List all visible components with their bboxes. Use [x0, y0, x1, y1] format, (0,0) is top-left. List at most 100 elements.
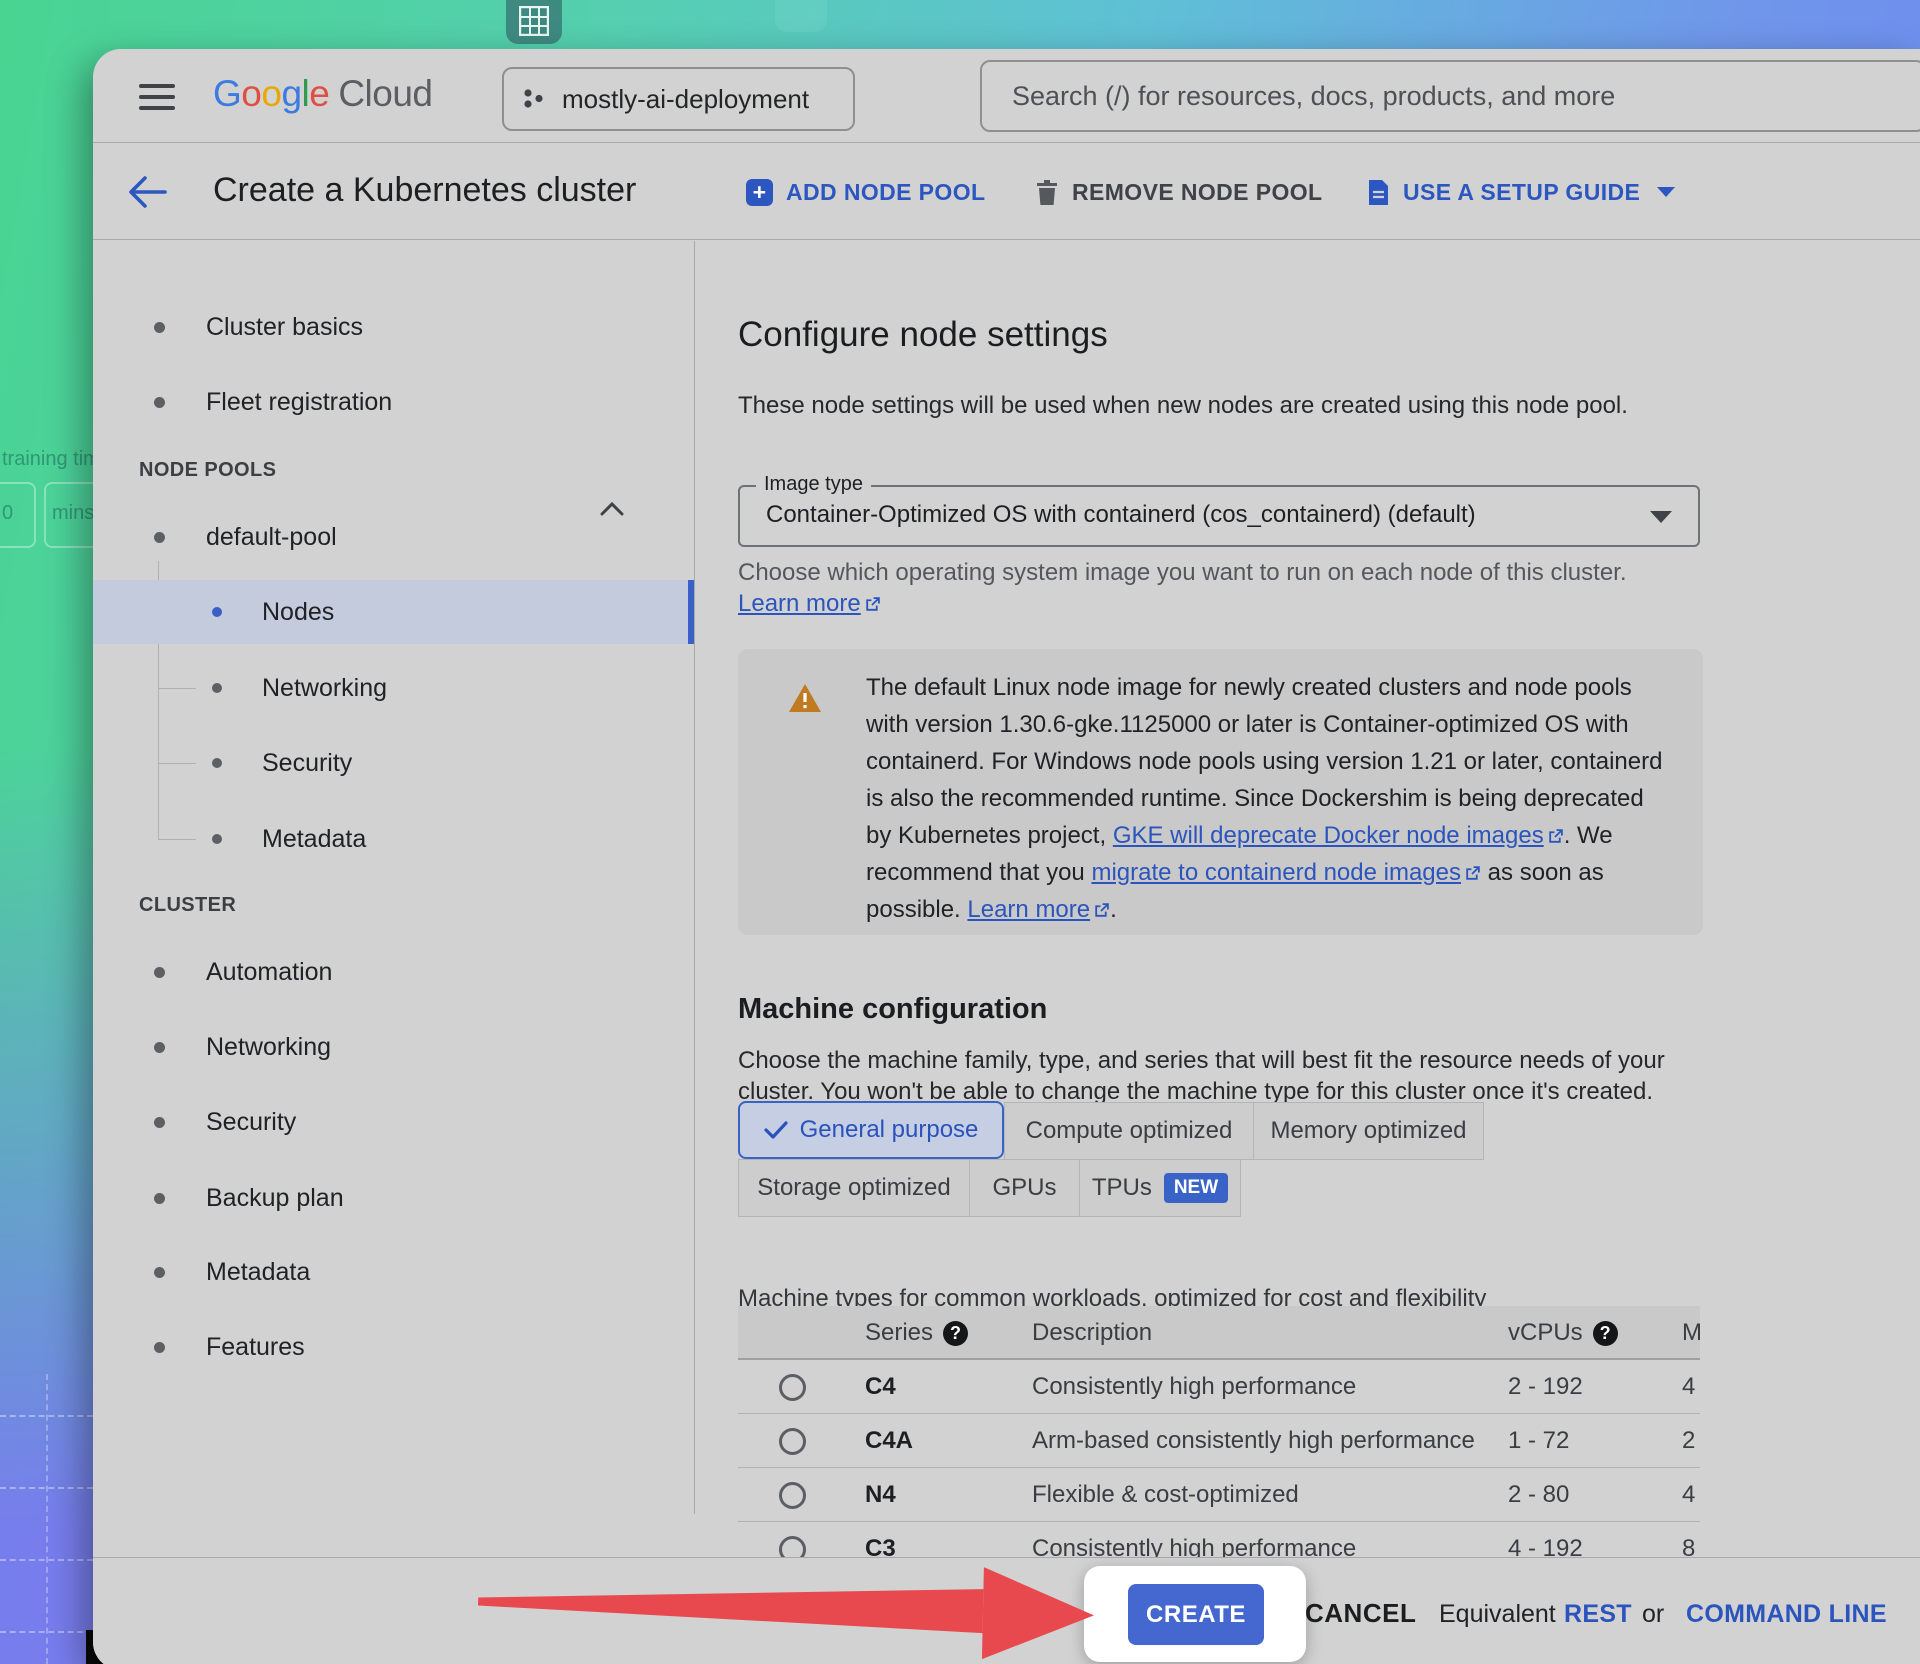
menu-icon[interactable]	[139, 84, 175, 110]
trash-icon	[1035, 179, 1059, 206]
sidebar-item-metadata[interactable]: Metadata	[93, 1240, 694, 1304]
page-title: Create a Kubernetes cluster	[213, 171, 636, 210]
table-row[interactable]: C4 Consistently high performance 2 - 192…	[738, 1360, 1700, 1414]
plus-icon: +	[746, 179, 773, 206]
help-icon[interactable]: ?	[1593, 1321, 1618, 1346]
background-app-icon-faint	[775, 0, 827, 32]
warning-icon	[788, 683, 822, 713]
sidebar-item-fleet-registration[interactable]: Fleet registration	[93, 370, 694, 434]
learn-more-link[interactable]: Learn more	[738, 590, 881, 617]
check-icon	[764, 1120, 788, 1140]
radio-button[interactable]	[779, 1482, 806, 1509]
tab-general-purpose[interactable]: General purpose	[738, 1101, 1004, 1159]
project-icon	[522, 86, 546, 112]
sidebar-divider	[694, 241, 695, 1514]
cancel-button[interactable]: CANCEL	[1305, 1598, 1416, 1629]
back-arrow-icon[interactable]	[125, 172, 169, 212]
deprecate-docker-link[interactable]: GKE will deprecate Docker node images	[1113, 822, 1564, 849]
external-link-icon	[864, 596, 881, 613]
step-dot-icon	[212, 758, 222, 768]
document-icon	[1367, 179, 1390, 206]
sidebar-item-backup-plan[interactable]: Backup plan	[93, 1166, 694, 1230]
tab-compute-optimized[interactable]: Compute optimized	[1004, 1102, 1254, 1160]
new-badge: NEW	[1164, 1173, 1228, 1203]
background-faded-value: 0	[2, 502, 13, 525]
sidebar-item-security[interactable]: Security	[93, 1090, 694, 1154]
table-row[interactable]: C3 Consistently high performance 4 - 192…	[738, 1522, 1700, 1557]
sidebar-section-cluster: CLUSTER	[139, 894, 236, 917]
image-type-value: Container-Optimized OS with containerd (…	[766, 501, 1476, 529]
step-dot-icon	[154, 397, 165, 408]
use-setup-guide-button[interactable]: USE A SETUP GUIDE	[1367, 144, 1675, 240]
learn-more-link[interactable]: Learn more	[967, 896, 1110, 923]
step-dot-icon	[154, 1342, 165, 1353]
create-button[interactable]: CREATE	[1128, 1584, 1264, 1645]
background-faded-unit: mins	[52, 502, 94, 525]
warning-banner: The default Linux node image for newly c…	[738, 649, 1703, 935]
sidebar-item-cluster-basics[interactable]: Cluster basics	[93, 295, 694, 359]
or-label: or	[1642, 1600, 1664, 1629]
image-type-label: Image type	[756, 473, 871, 496]
collapse-chevron-icon[interactable]	[598, 499, 626, 524]
series-header: Series ?	[865, 1306, 968, 1360]
vcpus-header: vCPUs ?	[1508, 1306, 1618, 1360]
project-name: mostly-ai-deployment	[562, 84, 809, 115]
dropdown-caret-icon	[1650, 511, 1672, 523]
search-input[interactable]: Search (/) for resources, docs, products…	[980, 60, 1920, 132]
tab-storage-optimized[interactable]: Storage optimized	[738, 1159, 970, 1217]
rest-link[interactable]: REST	[1564, 1600, 1632, 1629]
selected-indicator	[688, 580, 694, 644]
image-type-helper: Choose which operating system image you …	[738, 557, 1688, 619]
step-dot-icon	[212, 607, 222, 617]
chevron-down-icon	[1657, 187, 1675, 197]
desktop: training time 0 mins GoogleCloud mostly-…	[0, 0, 1920, 1664]
machine-series-table: Series ? Description vCPUs ? M C4 Consis…	[738, 1306, 1700, 1557]
section-heading: Configure node settings	[738, 315, 1108, 355]
step-dot-icon	[212, 683, 222, 693]
step-dot-icon	[154, 322, 165, 333]
step-dot-icon	[212, 834, 222, 844]
step-dot-icon	[154, 1267, 165, 1278]
step-dot-icon	[154, 1042, 165, 1053]
command-line-link[interactable]: COMMAND LINE	[1686, 1600, 1887, 1629]
step-dot-icon	[154, 1193, 165, 1204]
external-link-icon	[1547, 828, 1564, 845]
sidebar-item-pool-networking[interactable]: Networking	[93, 656, 694, 720]
tab-tpus[interactable]: TPUs NEW	[1079, 1159, 1241, 1217]
sidebar-section-node-pools: NODE POOLS	[139, 459, 276, 482]
background-app-icon	[506, 0, 562, 44]
migrate-containerd-link[interactable]: migrate to containerd node images	[1091, 859, 1481, 886]
background-gridline	[46, 1374, 48, 1664]
table-row[interactable]: N4 Flexible & cost-optimized 2 - 80 4	[738, 1468, 1700, 1522]
step-dot-icon	[154, 967, 165, 978]
table-row[interactable]: C4A Arm-based consistently high performa…	[738, 1414, 1700, 1468]
sidebar-item-pool-metadata[interactable]: Metadata	[93, 807, 694, 871]
tab-memory-optimized[interactable]: Memory optimized	[1253, 1102, 1484, 1160]
sidebar-item-nodes[interactable]: Nodes	[93, 580, 694, 644]
remove-node-pool-button[interactable]: REMOVE NODE POOL	[1035, 144, 1322, 240]
sidebar-item-networking[interactable]: Networking	[93, 1015, 694, 1079]
image-type-select[interactable]: Image type Container-Optimized OS with c…	[738, 485, 1700, 547]
google-cloud-logo: GoogleCloud	[213, 73, 433, 115]
top-app-bar: GoogleCloud mostly-ai-deployment Search …	[93, 49, 1920, 143]
sidebar-item-features[interactable]: Features	[93, 1315, 694, 1379]
external-link-icon	[1464, 865, 1481, 882]
search-placeholder: Search (/) for resources, docs, products…	[1012, 81, 1615, 112]
description-header: Description	[1032, 1306, 1152, 1360]
radio-button[interactable]	[779, 1374, 806, 1401]
sidebar-item-automation[interactable]: Automation	[93, 940, 694, 1004]
equivalent-label: Equivalent	[1439, 1600, 1556, 1629]
sidebar-item-pool-security[interactable]: Security	[93, 731, 694, 795]
external-link-icon	[1093, 902, 1110, 919]
red-annotation-arrow	[477, 1546, 1097, 1664]
memory-header: M	[1682, 1306, 1700, 1360]
radio-button[interactable]	[779, 1428, 806, 1455]
machine-configuration-heading: Machine configuration	[738, 993, 1047, 1026]
cloud-console-window: GoogleCloud mostly-ai-deployment Search …	[93, 49, 1920, 1664]
section-subheading: These node settings will be used when ne…	[738, 392, 1628, 420]
add-node-pool-button[interactable]: + ADD NODE POOL	[746, 144, 985, 240]
tab-gpus[interactable]: GPUs	[969, 1159, 1080, 1217]
project-picker[interactable]: mostly-ai-deployment	[502, 67, 855, 131]
step-dot-icon	[154, 532, 165, 543]
help-icon[interactable]: ?	[943, 1321, 968, 1346]
